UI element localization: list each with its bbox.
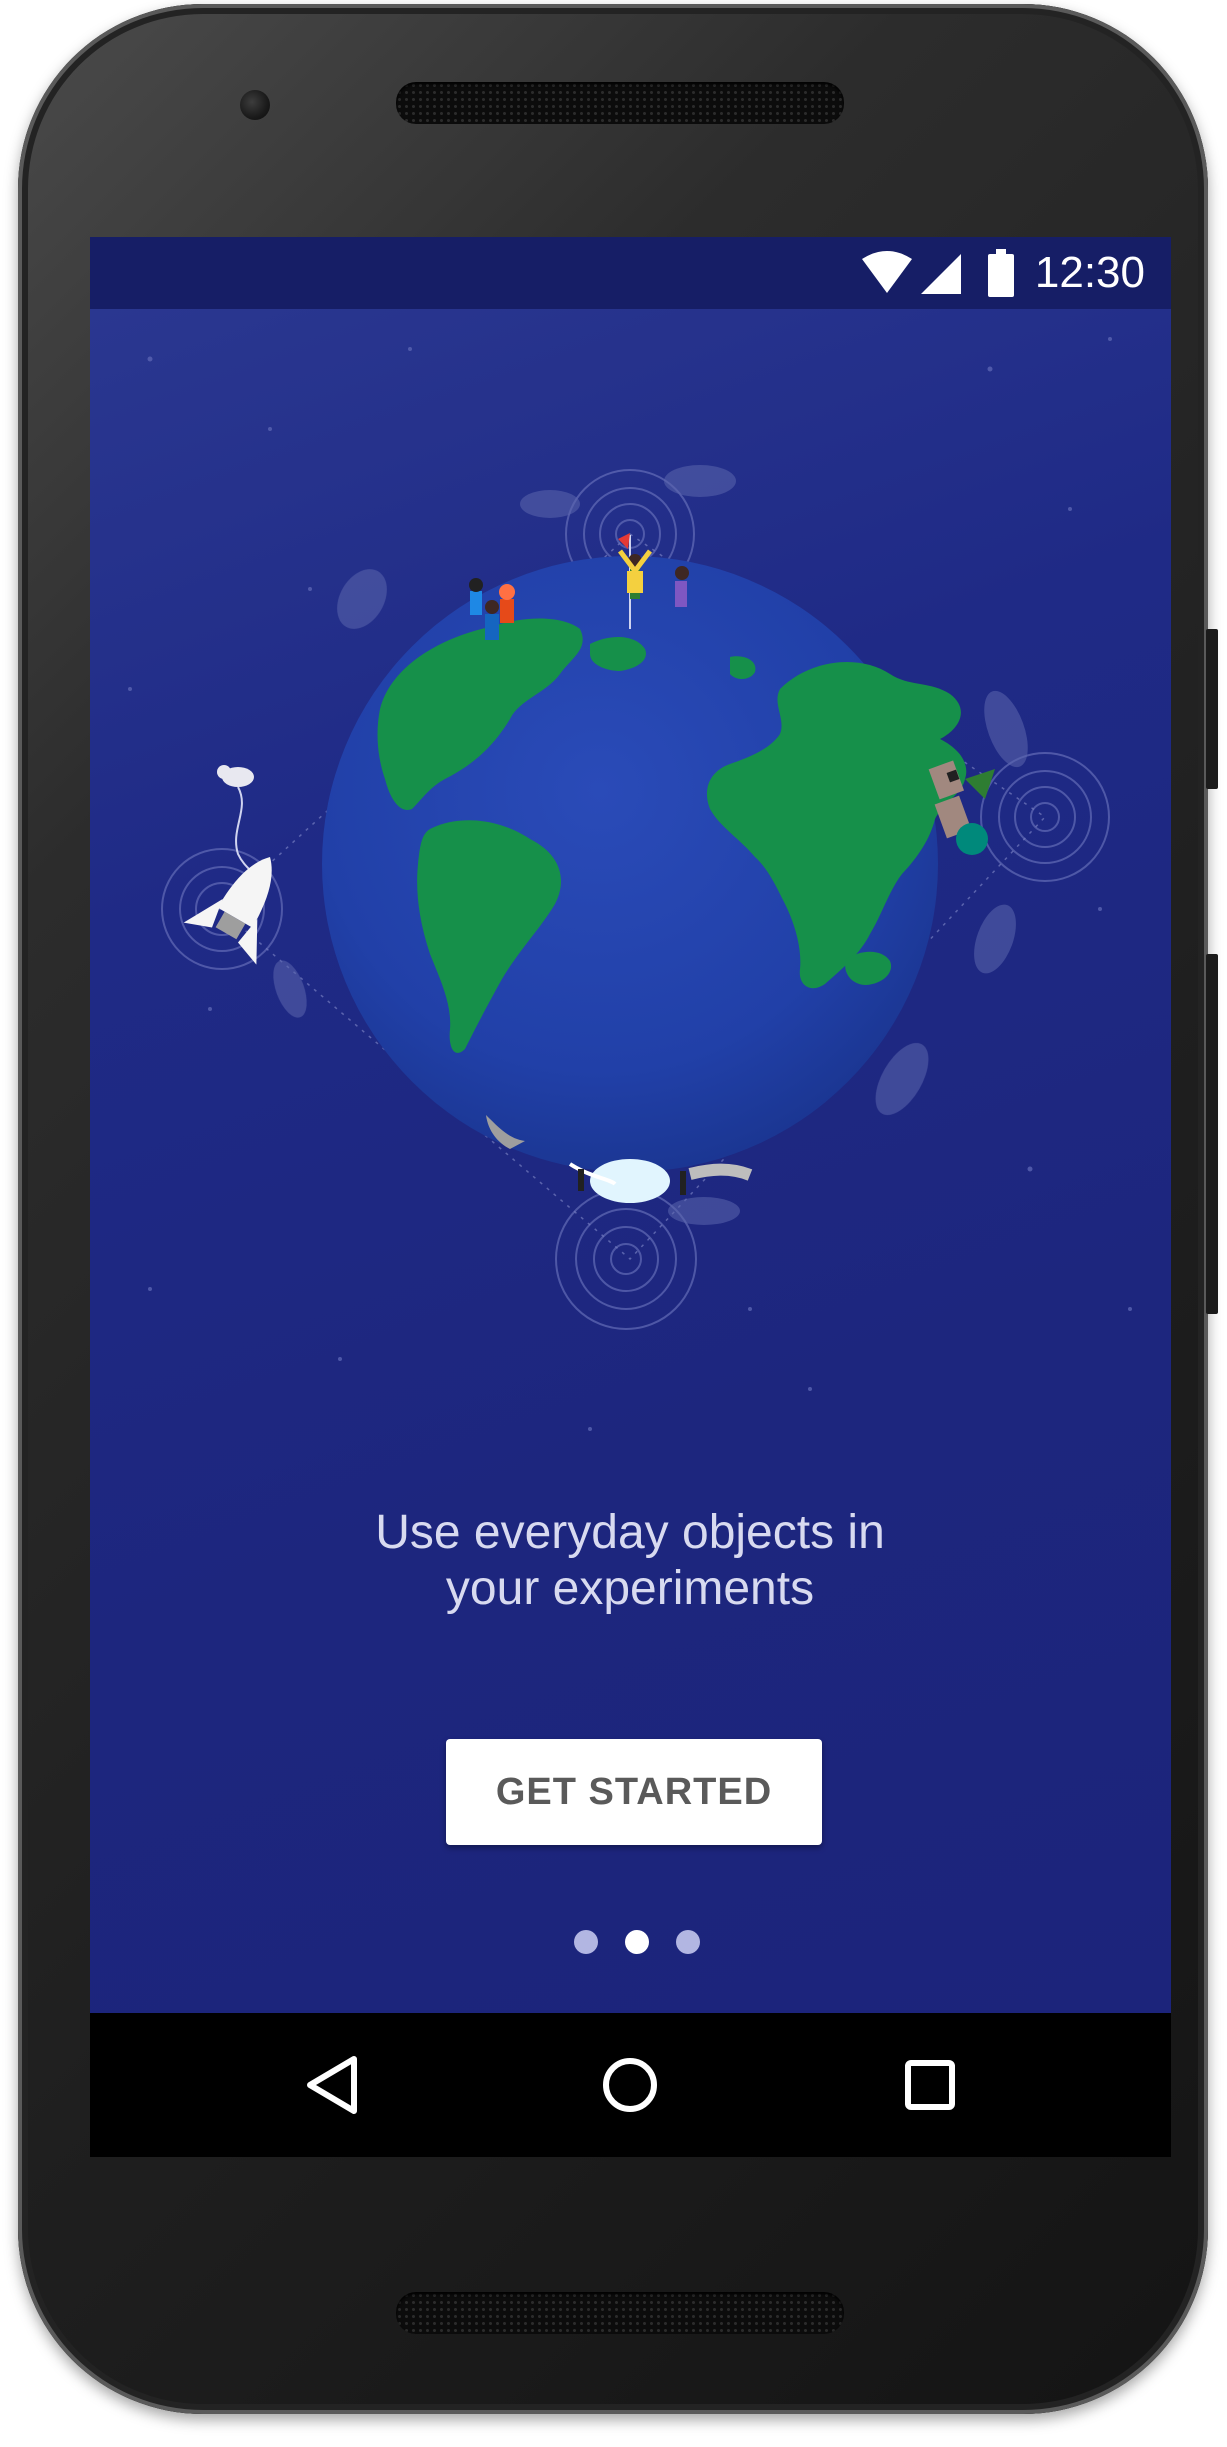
get-started-button[interactable]: GET STARTED (446, 1739, 822, 1845)
status-time: 12:30 (1034, 248, 1145, 297)
screen: 12:30 Use everyday objects in your exper… (90, 237, 1171, 2157)
home-icon[interactable] (590, 2045, 670, 2125)
onboarding-tagline: Use everyday objects in your experiments (230, 1505, 1030, 1617)
bottom-speaker (396, 2292, 844, 2334)
navigation-bar (90, 2013, 1171, 2157)
page-dot-3[interactable] (676, 1930, 700, 1954)
tagline-line-1: Use everyday objects in (375, 1506, 885, 1559)
power-button (1206, 629, 1218, 789)
top-speaker (396, 82, 844, 124)
front-camera (240, 90, 270, 120)
page-dot-1[interactable] (574, 1930, 598, 1954)
onboarding-page: Use everyday objects in your experiments… (90, 309, 1171, 2013)
wifi-icon (862, 251, 912, 293)
status-bar: 12:30 (90, 237, 1171, 309)
globe-illustration (128, 337, 1132, 1431)
tagline-line-2: your experiments (445, 1562, 815, 1615)
battery-icon (988, 249, 1014, 297)
back-icon[interactable] (294, 2045, 374, 2125)
page-indicator (90, 1927, 1171, 1957)
target-right (980, 752, 1110, 882)
phone-frame: 12:30 Use everyday objects in your exper… (18, 4, 1218, 2414)
recents-icon[interactable] (890, 2045, 970, 2125)
volume-button (1206, 954, 1218, 1314)
globe (322, 556, 967, 1172)
cell-signal-icon (921, 254, 961, 294)
page-dot-2[interactable] (625, 1930, 649, 1954)
